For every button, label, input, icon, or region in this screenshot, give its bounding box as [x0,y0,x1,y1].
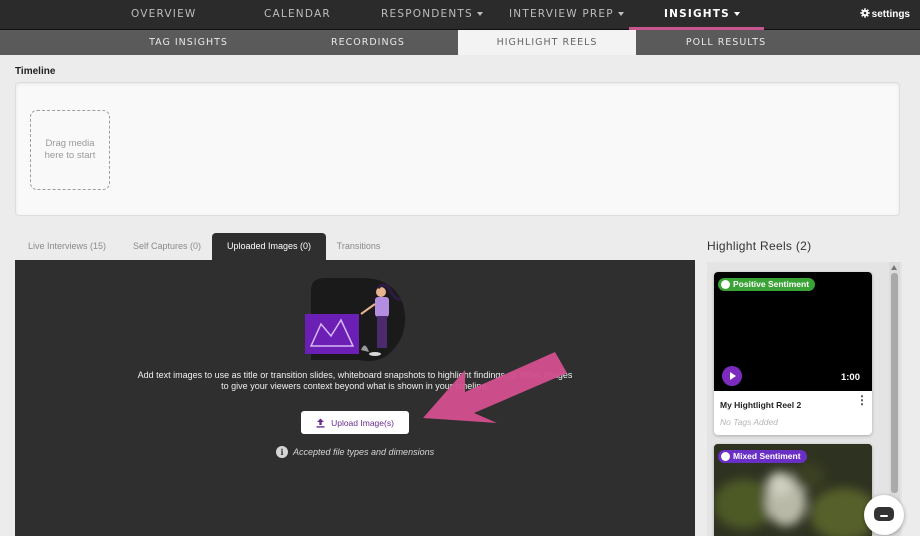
more-options-icon[interactable]: ⋮ [856,394,868,410]
upload-helper-text: Add text images to use as title or trans… [137,370,573,391]
smile-icon [721,280,730,289]
nav-respondents[interactable]: RESPONDENTS [381,0,483,30]
highlight-reel-card[interactable]: Positive Sentiment 1:00 My Hightlight Re… [714,272,872,435]
uploaded-images-panel: Add text images to use as title or trans… [15,260,695,536]
play-button[interactable] [722,366,742,386]
upload-icon [316,418,325,428]
reel-tags: No Tags Added [720,417,778,427]
highlight-reel-card[interactable]: Mixed Sentiment [714,444,872,536]
chevron-down-icon [617,12,624,16]
nav-overview[interactable]: OVERVIEW [131,0,197,30]
tab-tag-insights[interactable]: TAG INSIGHTS [100,30,277,55]
nav-calendar-label: CALENDAR [264,8,331,20]
nav-overview-label: OVERVIEW [131,8,197,20]
nav-insights-label: INSIGHTS [664,8,730,20]
nav-calendar[interactable]: CALENDAR [264,0,331,30]
tab-uploaded-images[interactable]: Uploaded Images (0) [212,233,326,260]
scroll-up-icon[interactable] [891,265,897,270]
nav-respondents-label: RESPONDENTS [381,8,473,20]
chevron-down-icon [733,12,740,16]
highlight-reels-heading: Highlight Reels (2) [707,239,812,253]
accepted-file-types-text: Accepted file types and dimensions [293,447,435,457]
settings-link[interactable]: settings [859,0,910,30]
timeline-drop-zone[interactable]: Drag media here to start [30,110,110,190]
settings-label: settings [871,9,910,20]
sub-nav: TAG INSIGHTS RECORDINGS HIGHLIGHT REELS … [0,30,920,55]
gear-icon [859,8,870,18]
reel-thumbnail[interactable]: Positive Sentiment 1:00 [714,272,872,391]
chat-button[interactable] [864,495,904,535]
reel-title: My Hightlight Reel 2 [720,400,802,410]
top-nav: OVERVIEW CALENDAR RESPONDENTS INTERVIEW … [0,0,920,30]
tab-transitions[interactable]: Transitions [326,233,391,260]
timeline-track[interactable]: Drag media here to start [15,82,900,216]
scrollbar-thumb[interactable] [891,273,898,493]
upload-images-button[interactable]: Upload Image(s) [301,411,409,434]
upload-illustration [305,278,406,362]
sentiment-label: Positive Sentiment [733,279,810,289]
reels-scrollbar[interactable] [889,262,900,536]
tab-live-interviews[interactable]: Live Interviews (15) [15,233,119,260]
info-icon: i [276,446,288,458]
drop-zone-text: Drag media here to start [44,138,96,161]
nav-insights[interactable]: INSIGHTS [664,0,740,30]
reel-duration: 1:00 [840,372,860,383]
sentiment-label: Mixed Sentiment [733,451,801,461]
reel-thumbnail[interactable]: Mixed Sentiment [714,444,872,536]
nav-interview-prep[interactable]: INTERVIEW PREP [509,0,624,30]
chevron-down-icon [476,12,483,16]
upload-images-label: Upload Image(s) [331,417,394,428]
accepted-file-types-link[interactable]: i Accepted file types and dimensions [276,445,434,459]
neutral-face-icon [721,452,730,461]
chat-icon [874,507,894,521]
tab-recordings[interactable]: RECORDINGS [279,30,457,55]
timeline-heading: Timeline [15,66,56,77]
nav-interview-prep-label: INTERVIEW PREP [509,8,614,20]
sentiment-badge-mixed: Mixed Sentiment [718,450,807,463]
tab-poll-results[interactable]: POLL RESULTS [637,30,815,55]
tab-highlight-reels[interactable]: HIGHLIGHT REELS [458,30,636,55]
sentiment-badge-positive: Positive Sentiment [718,278,816,291]
tab-self-captures[interactable]: Self Captures (0) [122,233,212,260]
